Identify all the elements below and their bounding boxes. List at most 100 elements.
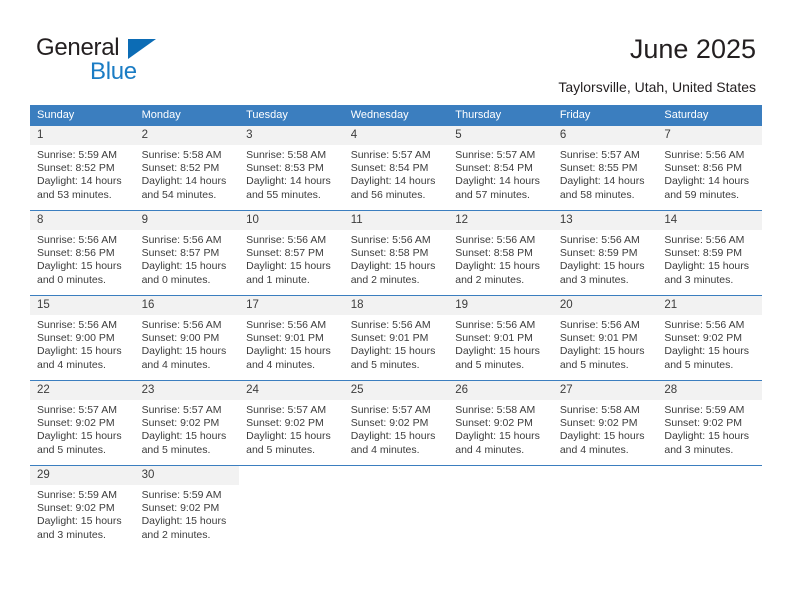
- day-cell-inner: 1 Sunrise: 5:59 AM Sunset: 8:52 PM Daylight…: [30, 126, 135, 210]
- day-number: 24: [239, 381, 344, 400]
- day-cell-inner: [239, 466, 344, 550]
- day-number: 16: [134, 296, 240, 315]
- day-cell[interactable]: 6 Sunrise: 5:57 AM Sunset: 8:55 PM Daylight…: [552, 125, 658, 211]
- day-info: Sunrise: 5:57 AM Sunset: 8:54 PM Daylight:…: [344, 145, 449, 202]
- day-info: Sunrise: 5:57 AM Sunset: 9:02 PM Daylight:…: [239, 400, 344, 457]
- day-cell[interactable]: 28 Sunrise: 5:59 AM Sunset: 9:02 PM Dayligh…: [657, 380, 762, 466]
- day-number: 20: [552, 296, 658, 315]
- day-number: [657, 466, 762, 485]
- day-cell[interactable]: 16 Sunrise: 5:56 AM Sunset: 9:00 PM Dayligh…: [134, 295, 240, 381]
- weekday-header-row: Sunday Monday Tuesday Wednesday Thursday…: [30, 105, 762, 126]
- daylight-text: Daylight: 15 hours and 4 minutes.: [246, 345, 331, 371]
- day-cell[interactable]: 27 Sunrise: 5:58 AM Sunset: 9:02 PM Dayligh…: [552, 380, 658, 466]
- sunset-text: Sunset: 9:02 PM: [246, 417, 324, 430]
- sunset-text: Sunset: 8:58 PM: [350, 247, 429, 260]
- sunrise-text: Sunrise: 5:59 AM: [141, 489, 222, 501]
- day-number: 19: [448, 296, 553, 315]
- day-cell-inner: 17 Sunrise: 5:56 AM Sunset: 9:01 PM Dayligh…: [239, 296, 344, 380]
- sunrise-text: Sunrise: 5:56 AM: [455, 319, 536, 331]
- day-cell[interactable]: 7 Sunrise: 5:56 AM Sunset: 8:56 PM Daylight…: [657, 125, 762, 211]
- day-cell[interactable]: 26 Sunrise: 5:58 AM Sunset: 9:02 PM Dayligh…: [448, 380, 553, 466]
- day-cell[interactable]: 5 Sunrise: 5:57 AM Sunset: 8:54 PM Daylight…: [448, 125, 553, 211]
- weekday-header-tuesday: Tuesday: [239, 105, 344, 126]
- brand-logo: General Blue: [36, 34, 246, 86]
- sunrise-text: Sunrise: 5:59 AM: [664, 404, 745, 416]
- day-info: Sunrise: 5:57 AM Sunset: 9:02 PM Daylight:…: [30, 400, 135, 457]
- day-cell[interactable]: 4 Sunrise: 5:57 AM Sunset: 8:54 PM Daylight…: [343, 125, 449, 211]
- day-info: Sunrise: 5:59 AM Sunset: 9:02 PM Daylight:…: [30, 485, 135, 542]
- day-cell[interactable]: [239, 465, 344, 550]
- day-number: [343, 466, 449, 485]
- sunrise-text: Sunrise: 5:57 AM: [246, 404, 327, 416]
- day-number: 13: [552, 211, 658, 230]
- weekday-header-friday: Friday: [552, 105, 658, 126]
- day-info: Sunrise: 5:59 AM Sunset: 9:02 PM Daylight:…: [135, 485, 240, 542]
- day-cell[interactable]: 25 Sunrise: 5:57 AM Sunset: 9:02 PM Dayligh…: [343, 380, 449, 466]
- day-number: 5: [448, 126, 553, 145]
- day-cell-inner: 29 Sunrise: 5:59 AM Sunset: 9:02 PM Dayligh…: [30, 466, 135, 550]
- daylight-text: Daylight: 15 hours and 3 minutes.: [559, 260, 645, 286]
- day-cell[interactable]: 19 Sunrise: 5:56 AM Sunset: 9:01 PM Dayligh…: [448, 295, 553, 381]
- day-cell[interactable]: 23 Sunrise: 5:57 AM Sunset: 9:02 PM Dayligh…: [134, 380, 240, 466]
- day-cell[interactable]: 17 Sunrise: 5:56 AM Sunset: 9:01 PM Dayligh…: [239, 295, 344, 381]
- sunrise-text: Sunrise: 5:57 AM: [350, 404, 431, 416]
- day-cell-inner: 27 Sunrise: 5:58 AM Sunset: 9:02 PM Dayligh…: [552, 381, 658, 465]
- day-cell[interactable]: 20 Sunrise: 5:56 AM Sunset: 9:01 PM Dayligh…: [552, 295, 658, 381]
- day-cell[interactable]: [552, 465, 658, 550]
- day-cell[interactable]: 10 Sunrise: 5:56 AM Sunset: 8:57 PM Dayligh…: [239, 210, 344, 296]
- weekday-header-thursday: Thursday: [448, 105, 553, 126]
- day-cell-inner: 25 Sunrise: 5:57 AM Sunset: 9:02 PM Dayligh…: [343, 381, 449, 465]
- day-cell[interactable]: 13 Sunrise: 5:56 AM Sunset: 8:59 PM Dayligh…: [552, 210, 658, 296]
- page-subtitle: Taylorsville, Utah, United States: [558, 79, 756, 95]
- day-cell[interactable]: 22 Sunrise: 5:57 AM Sunset: 9:02 PM Dayligh…: [30, 380, 135, 466]
- day-cell[interactable]: 11 Sunrise: 5:56 AM Sunset: 8:58 PM Dayligh…: [343, 210, 449, 296]
- day-cell[interactable]: [448, 465, 553, 550]
- weekday-header-sunday: Sunday: [30, 105, 135, 126]
- day-number: 26: [448, 381, 553, 400]
- sunrise-text: Sunrise: 5:57 AM: [350, 149, 431, 161]
- day-number: 4: [343, 126, 449, 145]
- day-cell[interactable]: 1 Sunrise: 5:59 AM Sunset: 8:52 PM Daylight…: [30, 125, 135, 211]
- day-cell-inner: [343, 466, 449, 550]
- day-number: 12: [448, 211, 553, 230]
- day-number: 27: [552, 381, 658, 400]
- day-cell[interactable]: 12 Sunrise: 5:56 AM Sunset: 8:58 PM Dayligh…: [448, 210, 553, 296]
- day-number: 17: [239, 296, 344, 315]
- day-cell[interactable]: 24 Sunrise: 5:57 AM Sunset: 9:02 PM Dayligh…: [239, 380, 344, 466]
- day-cell-inner: 23 Sunrise: 5:57 AM Sunset: 9:02 PM Dayligh…: [134, 381, 240, 465]
- day-cell[interactable]: [343, 465, 449, 550]
- sunrise-text: Sunrise: 5:59 AM: [37, 489, 117, 501]
- day-cell-inner: 21 Sunrise: 5:56 AM Sunset: 9:02 PM Dayligh…: [657, 296, 762, 380]
- day-cell-inner: [657, 466, 762, 550]
- day-number: 25: [343, 381, 449, 400]
- sunset-text: Sunset: 8:52 PM: [37, 162, 115, 175]
- day-cell[interactable]: 9 Sunrise: 5:56 AM Sunset: 8:57 PM Daylight…: [134, 210, 240, 296]
- day-cell[interactable]: 18 Sunrise: 5:56 AM Sunset: 9:01 PM Dayligh…: [343, 295, 449, 381]
- day-cell[interactable]: 29 Sunrise: 5:59 AM Sunset: 9:02 PM Dayligh…: [30, 465, 135, 550]
- day-cell-inner: 8 Sunrise: 5:56 AM Sunset: 8:56 PM Daylight…: [30, 211, 135, 295]
- day-cell-inner: 4 Sunrise: 5:57 AM Sunset: 8:54 PM Daylight…: [343, 126, 449, 210]
- daylight-text: Daylight: 15 hours and 4 minutes.: [141, 345, 227, 371]
- daylight-text: Daylight: 15 hours and 4 minutes.: [37, 345, 122, 371]
- day-cell[interactable]: 15 Sunrise: 5:56 AM Sunset: 9:00 PM Dayligh…: [30, 295, 135, 381]
- day-number: 22: [30, 381, 135, 400]
- day-cell[interactable]: 8 Sunrise: 5:56 AM Sunset: 8:56 PM Daylight…: [30, 210, 135, 296]
- sunset-text: Sunset: 9:02 PM: [350, 417, 429, 430]
- day-cell[interactable]: [657, 465, 762, 550]
- day-info: Sunrise: 5:56 AM Sunset: 9:00 PM Daylight:…: [30, 315, 135, 372]
- calendar-page: General Blue June 2025 Taylorsville, Uta…: [0, 0, 792, 612]
- day-cell[interactable]: 2 Sunrise: 5:58 AM Sunset: 8:52 PM Daylight…: [134, 125, 240, 211]
- daylight-text: Daylight: 15 hours and 5 minutes.: [350, 345, 436, 371]
- day-cell-inner: 26 Sunrise: 5:58 AM Sunset: 9:02 PM Dayligh…: [448, 381, 553, 465]
- daylight-text: Daylight: 15 hours and 5 minutes.: [246, 430, 331, 456]
- day-cell[interactable]: 30 Sunrise: 5:59 AM Sunset: 9:02 PM Dayligh…: [134, 465, 240, 550]
- daylight-text: Daylight: 15 hours and 2 minutes.: [350, 260, 436, 286]
- day-cell-inner: 2 Sunrise: 5:58 AM Sunset: 8:52 PM Daylight…: [134, 126, 240, 210]
- day-cell[interactable]: 21 Sunrise: 5:56 AM Sunset: 9:02 PM Dayligh…: [657, 295, 762, 381]
- day-number: 8: [30, 211, 135, 230]
- day-cell[interactable]: 14 Sunrise: 5:56 AM Sunset: 8:59 PM Dayligh…: [657, 210, 762, 296]
- day-number: 7: [657, 126, 762, 145]
- day-info: Sunrise: 5:57 AM Sunset: 8:54 PM Daylight:…: [448, 145, 553, 202]
- day-cell[interactable]: 3 Sunrise: 5:58 AM Sunset: 8:53 PM Daylight…: [239, 125, 344, 211]
- brand-name-blue: Blue: [90, 58, 137, 85]
